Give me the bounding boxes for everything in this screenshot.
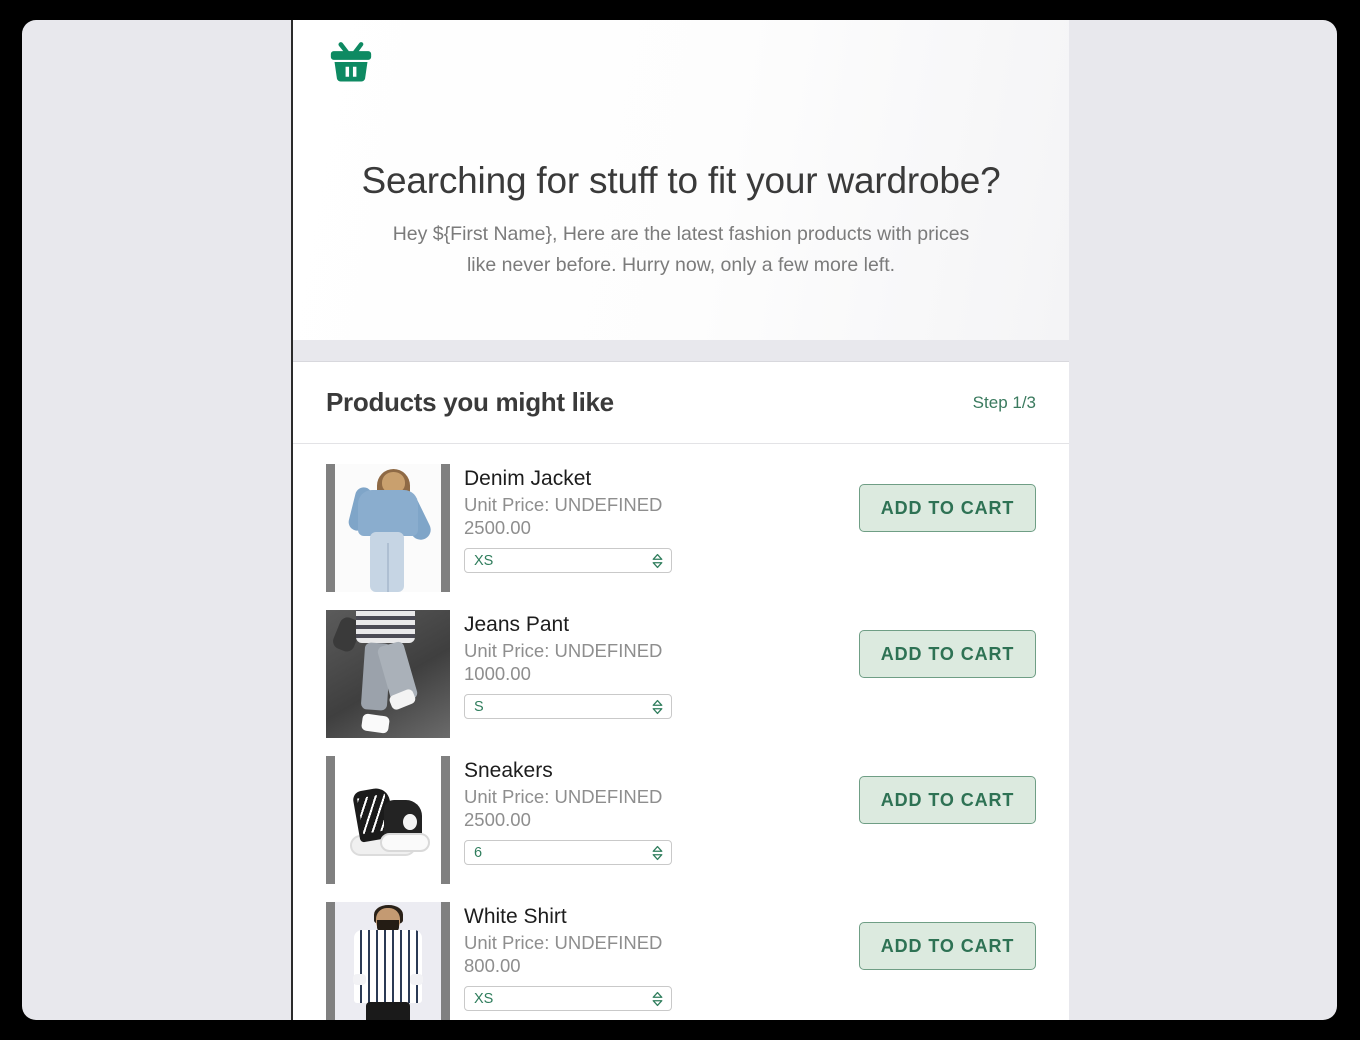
email-content-column: Searching for stuff to fit your wardrobe…: [291, 20, 1069, 1020]
letterbox-bar-left: [326, 902, 335, 1020]
product-image-denim-jacket: [335, 464, 441, 592]
product-action: ADD TO CART: [818, 464, 1036, 532]
letterbox-bar-right: [441, 464, 450, 592]
products-card-title: Products you might like: [326, 387, 614, 417]
product-thumbnail: [326, 610, 450, 738]
product-price: Unit Price: UNDEFINED 800.00: [464, 932, 663, 976]
hero-section: Searching for stuff to fit your wardrobe…: [293, 20, 1069, 340]
product-action: ADD TO CART: [818, 902, 1036, 970]
product-thumbnail: [326, 902, 450, 1020]
size-select[interactable]: XS: [464, 986, 672, 1012]
product-row: Sneakers Unit Price: UNDEFINED 2500.00 6: [293, 748, 1069, 894]
product-info: Denim Jacket Unit Price: UNDEFINED 2500.…: [450, 464, 818, 574]
size-select-value: 6: [474, 844, 483, 861]
product-info: Sneakers Unit Price: UNDEFINED 2500.00 6: [450, 756, 818, 866]
product-row: Jeans Pant Unit Price: UNDEFINED 1000.00…: [293, 602, 1069, 748]
size-select[interactable]: S: [464, 694, 672, 720]
hero-title: Searching for stuff to fit your wardrobe…: [361, 160, 1001, 201]
step-indicator: Step 1/3: [972, 392, 1036, 412]
product-list: Denim Jacket Unit Price: UNDEFINED 2500.…: [293, 444, 1069, 1020]
size-select-value: XS: [474, 552, 494, 569]
shopping-basket-icon: [330, 42, 372, 82]
product-row: Denim Jacket Unit Price: UNDEFINED 2500.…: [293, 456, 1069, 602]
add-to-cart-button[interactable]: ADD TO CART: [859, 484, 1036, 532]
product-name: Denim Jacket: [464, 467, 592, 490]
browser-viewport: Searching for stuff to fit your wardrobe…: [22, 20, 1337, 1020]
chevron-updown-icon: [652, 845, 663, 860]
product-info: Jeans Pant Unit Price: UNDEFINED 1000.00…: [450, 610, 818, 720]
products-card-header: Products you might like Step 1/3: [293, 362, 1069, 444]
size-select[interactable]: XS: [464, 548, 672, 574]
size-select-value: XS: [474, 990, 494, 1007]
letterbox-bar-right: [441, 756, 450, 884]
product-row: White Shirt Unit Price: UNDEFINED 800.00…: [293, 894, 1069, 1020]
size-select-value: S: [474, 698, 484, 715]
screenshot-frame: Searching for stuff to fit your wardrobe…: [0, 0, 1360, 1040]
product-image-jeans-pant: [326, 610, 450, 738]
product-action: ADD TO CART: [818, 610, 1036, 678]
product-price: Unit Price: UNDEFINED 2500.00: [464, 786, 663, 830]
product-info: White Shirt Unit Price: UNDEFINED 800.00…: [450, 902, 818, 1012]
add-to-cart-button[interactable]: ADD TO CART: [859, 630, 1036, 678]
product-action: ADD TO CART: [818, 756, 1036, 824]
product-image-white-shirt: [335, 902, 441, 1020]
add-to-cart-button[interactable]: ADD TO CART: [859, 776, 1036, 824]
letterbox-bar-right: [441, 902, 450, 1020]
product-name: Jeans Pant: [464, 613, 570, 636]
section-gap-band: [293, 340, 1069, 362]
chevron-updown-icon: [652, 553, 663, 568]
add-to-cart-button[interactable]: ADD TO CART: [859, 922, 1036, 970]
product-price: Unit Price: UNDEFINED 2500.00: [464, 494, 663, 538]
product-image-sneakers: [335, 756, 441, 884]
product-name: Sneakers: [464, 759, 553, 782]
letterbox-bar-left: [326, 464, 335, 592]
product-thumbnail: [326, 464, 450, 592]
hero-subtitle: Hey ${First Name}, Here are the latest f…: [392, 222, 970, 277]
chevron-updown-icon: [652, 991, 663, 1006]
product-price: Unit Price: UNDEFINED 1000.00: [464, 640, 663, 684]
letterbox-bar-left: [326, 756, 335, 884]
product-name: White Shirt: [464, 905, 567, 928]
product-thumbnail: [326, 756, 450, 884]
size-select[interactable]: 6: [464, 840, 672, 866]
chevron-updown-icon: [652, 699, 663, 714]
products-card: Products you might like Step 1/3 Denim J…: [293, 362, 1069, 1020]
